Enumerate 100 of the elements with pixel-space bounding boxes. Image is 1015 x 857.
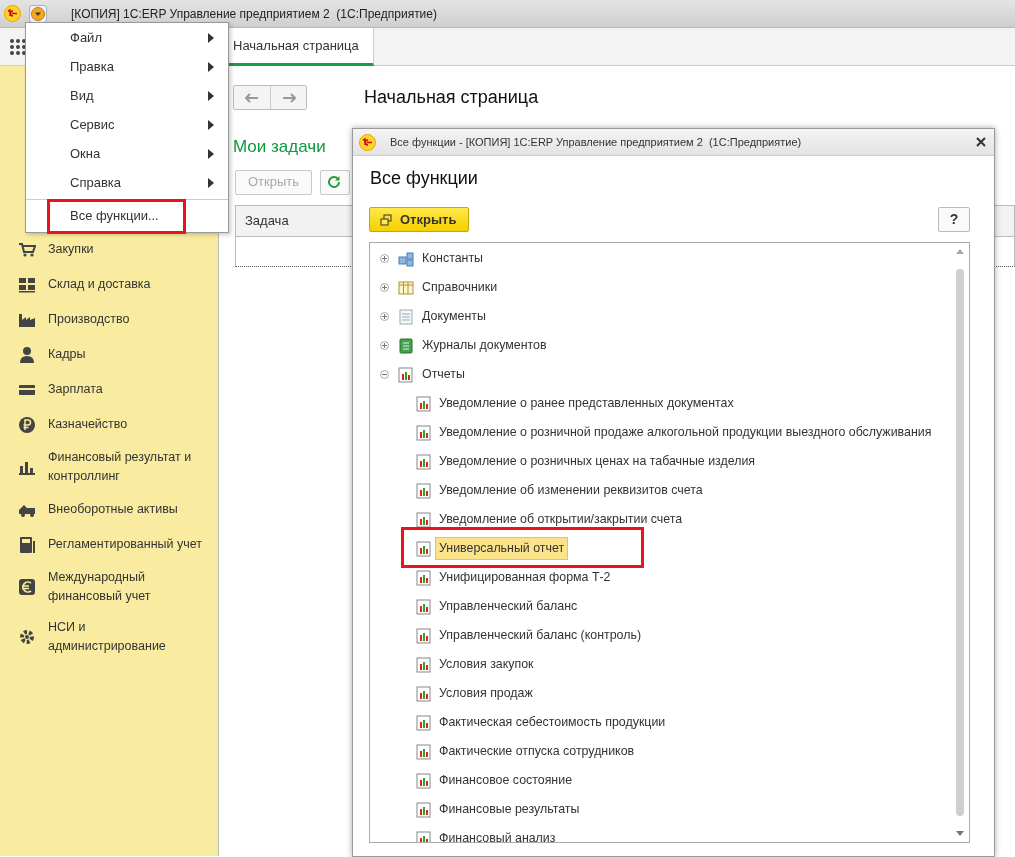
report-icon bbox=[416, 714, 432, 731]
tree-item[interactable]: Уведомление о розничной продаже алкогольной продукции выездного обслуживания bbox=[435, 421, 936, 444]
euro-icon bbox=[18, 578, 36, 596]
tree-item[interactable]: Уведомление о розничных ценах на табачные изделия bbox=[435, 450, 760, 473]
report-icon bbox=[416, 801, 432, 818]
sidebar-item[interactable]: Зарплата bbox=[48, 380, 103, 399]
sidebar-item[interactable]: Склад и доставка bbox=[48, 275, 151, 294]
expander-toggle[interactable] bbox=[380, 283, 389, 292]
report-icon bbox=[416, 540, 432, 557]
refresh-icon bbox=[327, 175, 342, 189]
report-icon bbox=[416, 656, 432, 673]
sidebar-item[interactable]: Внеоборотные активы bbox=[48, 500, 178, 519]
expander-toggle[interactable] bbox=[380, 341, 389, 350]
expander-toggle[interactable] bbox=[380, 254, 389, 263]
back-button[interactable] bbox=[234, 86, 270, 109]
scrollbar[interactable] bbox=[954, 249, 966, 836]
report-icon bbox=[416, 569, 432, 586]
plus-icon bbox=[381, 342, 388, 349]
tree-item[interactable]: Уведомление о ранее представленных документах bbox=[435, 392, 738, 415]
open-button[interactable]: Открыть bbox=[369, 207, 470, 232]
scroll-down-icon bbox=[956, 831, 964, 836]
tree-item[interactable]: Уведомление об открытии/закрытии счета bbox=[435, 508, 687, 531]
table-icon bbox=[398, 279, 414, 296]
caret-icon bbox=[31, 6, 45, 21]
menu-item[interactable]: Окна bbox=[26, 139, 228, 168]
blocks-icon bbox=[398, 250, 414, 267]
document-icon bbox=[398, 308, 414, 325]
tree-item[interactable]: Управленческий баланс bbox=[435, 595, 582, 618]
section-title: Мои задачи bbox=[233, 137, 326, 156]
plus-icon bbox=[381, 313, 388, 320]
sidebar-item[interactable]: Кадры bbox=[48, 345, 86, 364]
tree-item[interactable]: Журналы документов bbox=[418, 334, 551, 357]
tree-item[interactable]: Фактические отпуска сотрудников bbox=[435, 740, 639, 763]
tree-item[interactable]: Условия закупок bbox=[435, 653, 538, 676]
sidebar-item[interactable]: НСИ и администрирование bbox=[48, 618, 178, 656]
person-icon bbox=[18, 345, 36, 364]
sidebar-item[interactable]: Регламентированный учет bbox=[48, 535, 203, 554]
submenu-arrow-icon bbox=[208, 177, 214, 188]
report-icon bbox=[416, 598, 432, 615]
sidebar-item[interactable]: Международный финансовый учет bbox=[48, 568, 208, 606]
tree-item[interactable]: Финансовое состояние bbox=[435, 769, 577, 792]
report-icon bbox=[416, 772, 432, 789]
report-icon bbox=[416, 482, 432, 499]
help-button[interactable]: ? bbox=[938, 207, 970, 232]
window-title: [КОПИЯ] 1С:ERP Управление предприятием 2 (1С:Предприятие) bbox=[71, 5, 437, 23]
report-icon bbox=[416, 830, 432, 842]
expander-toggle[interactable] bbox=[380, 312, 389, 321]
report-icon bbox=[416, 627, 432, 644]
ruble-icon bbox=[18, 415, 36, 434]
column-header[interactable]: Задача bbox=[245, 210, 289, 231]
close-button[interactable] bbox=[976, 137, 986, 147]
report-icon bbox=[416, 395, 432, 412]
tree-item[interactable]: Уведомление об изменении реквизитов счета bbox=[435, 479, 707, 502]
tree-item[interactable]: Финансовые результаты bbox=[435, 798, 584, 821]
expander-toggle[interactable] bbox=[380, 370, 389, 379]
plus-icon bbox=[381, 284, 388, 291]
tree-item[interactable]: Условия продаж bbox=[435, 682, 537, 705]
tree-item[interactable]: Отчеты bbox=[418, 363, 469, 386]
minus-icon bbox=[381, 371, 388, 378]
submenu-arrow-icon bbox=[208, 148, 214, 159]
menu-item[interactable]: Вид bbox=[26, 81, 228, 110]
close-icon bbox=[976, 137, 986, 147]
tree-item[interactable]: Универсальный отчет bbox=[435, 537, 569, 560]
submenu-arrow-icon bbox=[208, 90, 214, 101]
tree-item[interactable]: Документы bbox=[418, 305, 490, 328]
sidebar-item[interactable]: Финансовый результат и контроллинг bbox=[48, 448, 208, 486]
scrollbar-thumb[interactable] bbox=[956, 269, 964, 816]
report-icon bbox=[416, 743, 432, 760]
menu-item[interactable]: Все функции... bbox=[26, 201, 228, 230]
windows-icon bbox=[380, 213, 392, 226]
tree-item[interactable]: Унифицированная форма Т-2 bbox=[435, 566, 615, 589]
report-icon bbox=[416, 424, 432, 441]
tab[interactable]: Начальная страница bbox=[229, 28, 374, 66]
menu-item[interactable]: Сервис bbox=[26, 110, 228, 139]
tree-item[interactable]: Финансовый анализ bbox=[435, 827, 560, 842]
tree-item[interactable]: Управленческий баланс (контроль) bbox=[435, 624, 646, 647]
scroll-up-icon bbox=[956, 249, 964, 254]
main-menu-button[interactable] bbox=[29, 4, 47, 23]
journal-icon bbox=[398, 337, 414, 354]
sidebar-item[interactable]: Закупки bbox=[48, 240, 94, 259]
forward-button[interactable] bbox=[270, 86, 306, 109]
page-title: Начальная страница bbox=[364, 86, 539, 109]
logo-icon bbox=[4, 5, 21, 22]
sidebar-item[interactable]: Производство bbox=[48, 310, 130, 329]
menu-item[interactable]: Справка bbox=[26, 168, 228, 197]
left-arrow-icon bbox=[245, 92, 259, 103]
menu-item[interactable]: Правка bbox=[26, 52, 228, 81]
tree-item[interactable]: Константы bbox=[418, 247, 487, 270]
tree-item[interactable]: Справочники bbox=[418, 276, 502, 299]
sidebar-item[interactable]: Казначейство bbox=[48, 415, 128, 434]
refresh-button[interactable] bbox=[320, 169, 351, 195]
report-icon bbox=[416, 453, 432, 470]
submenu-arrow-icon bbox=[208, 32, 214, 43]
tree-item[interactable]: Фактическая себестоимость продукции bbox=[435, 711, 670, 734]
submenu-arrow-icon bbox=[208, 119, 214, 130]
calculator-icon bbox=[18, 535, 36, 554]
plus-icon bbox=[381, 255, 388, 262]
menu-item[interactable]: Файл bbox=[26, 23, 228, 52]
dialog-title: Все функции - [КОПИЯ] 1С:ERP Управление предприятием 2 (1С:Предприятие) bbox=[390, 134, 803, 150]
apps-grid-icon[interactable] bbox=[10, 39, 26, 55]
